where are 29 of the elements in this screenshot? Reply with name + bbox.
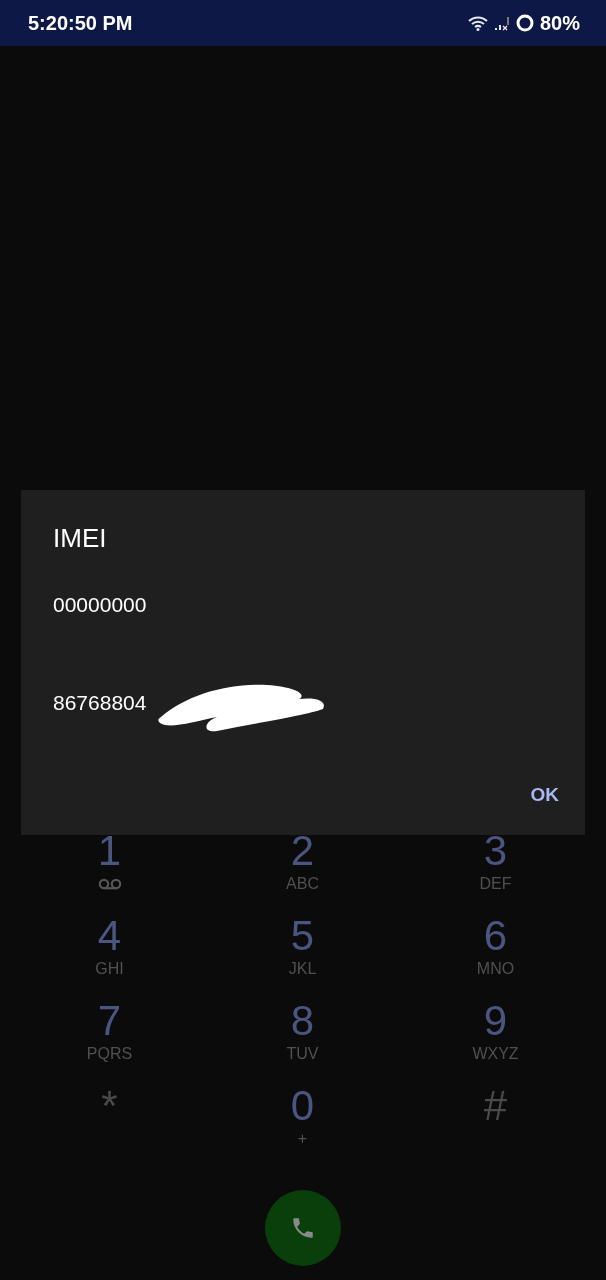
keypad-key[interactable]: *	[101, 1083, 118, 1129]
phone-icon	[290, 1215, 316, 1241]
key-letters: ABC	[286, 874, 319, 894]
imei-number: 86768804	[53, 690, 147, 716]
voicemail-icon	[97, 878, 122, 890]
status-time: 5:20:50 PM	[28, 11, 133, 35]
keypad-key[interactable]: 8	[290, 998, 315, 1044]
key-letters: +	[297, 1129, 308, 1149]
keypad-key[interactable]: #	[483, 1083, 508, 1129]
keypad-key[interactable]: 7	[97, 998, 122, 1044]
keypad-key[interactable]: 9	[483, 998, 508, 1044]
signal-icon	[493, 15, 510, 31]
keypad-key[interactable]: 6	[483, 913, 508, 959]
dialog-title: IMEI	[53, 522, 108, 555]
keypad-key[interactable]: 4	[97, 913, 122, 959]
wifi-icon	[467, 15, 488, 31]
key-letters: MNO	[476, 959, 515, 979]
key-letters: GHI	[95, 959, 124, 979]
ring-icon	[515, 14, 534, 32]
key-letters: TUV	[286, 1044, 319, 1064]
key-letters: WXYZ	[472, 1044, 519, 1064]
keypad-key[interactable]: 0	[290, 1083, 315, 1129]
key-letters: DEF	[479, 874, 512, 894]
ok-button[interactable]: OK	[518, 778, 571, 812]
key-letters: PQRS	[86, 1044, 133, 1064]
imei-number: 00000000	[53, 592, 147, 618]
battery-percent: 80%	[539, 11, 580, 35]
keypad-key[interactable]: 5	[290, 913, 315, 959]
key-letters: JKL	[288, 959, 317, 979]
